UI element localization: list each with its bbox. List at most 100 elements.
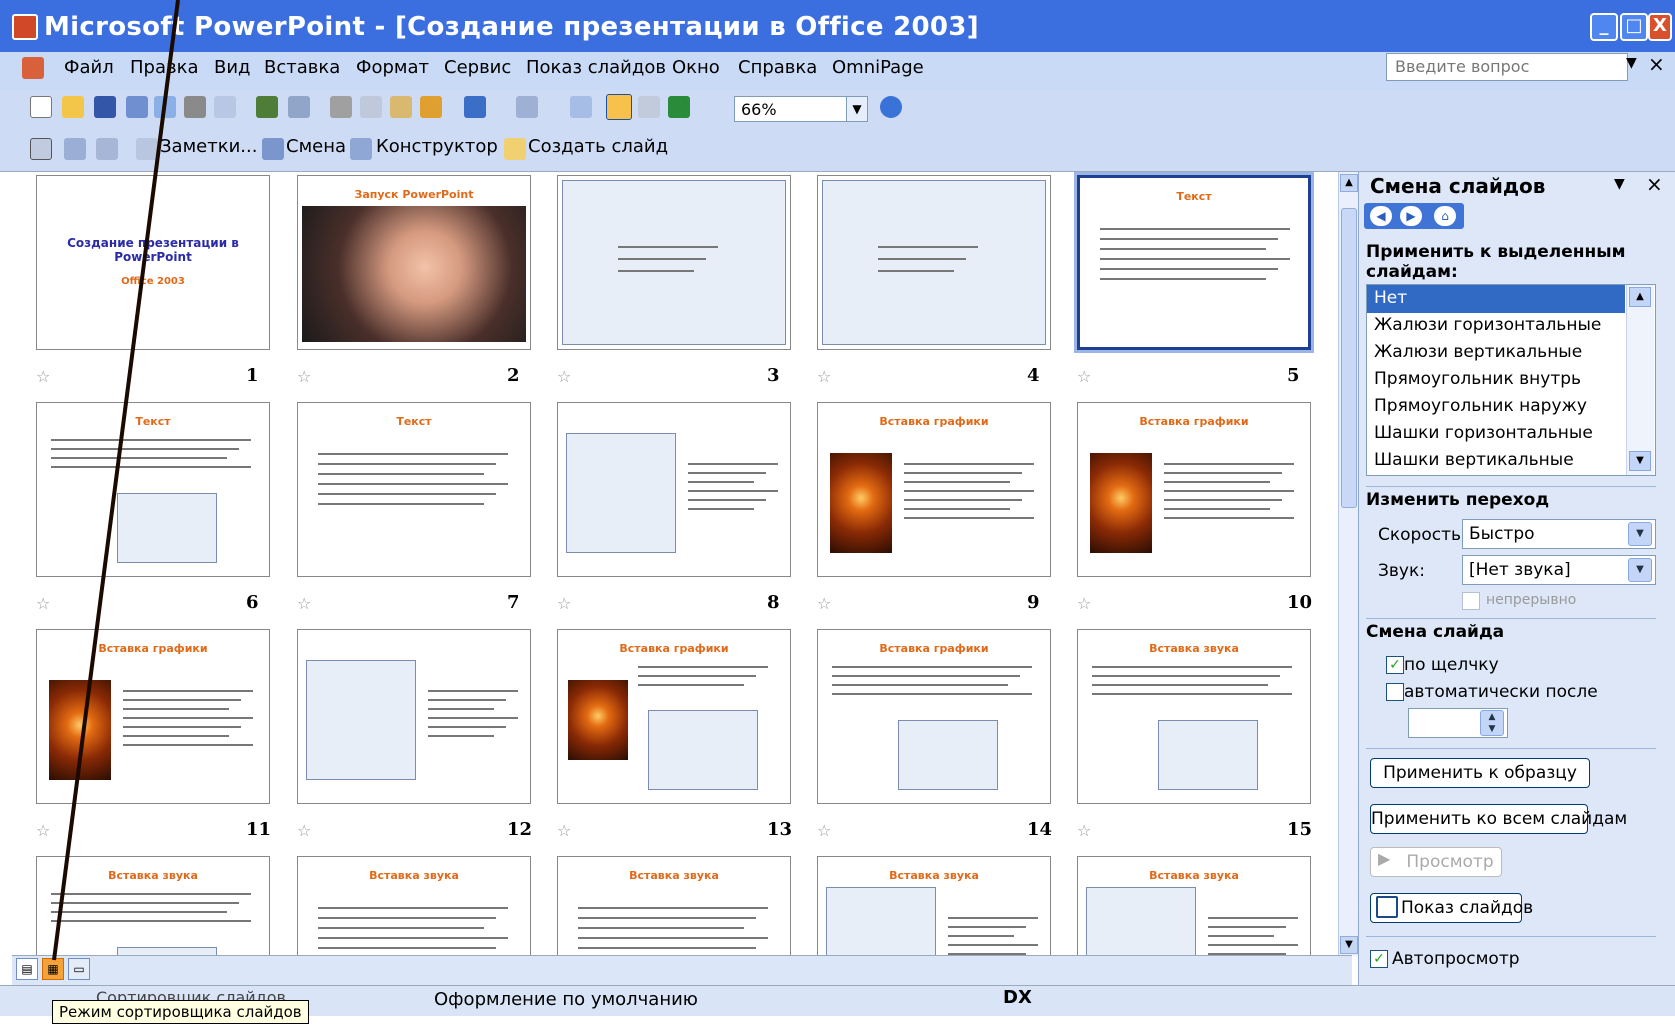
task-pane-menu-chevron-icon[interactable]: ▼ [1614, 176, 1625, 192]
task-pane-close-icon[interactable]: × [1646, 172, 1663, 196]
hide-slide-icon[interactable] [30, 138, 52, 160]
list-scroll-up-icon[interactable]: ▲ [1629, 287, 1651, 307]
transition-star-icon[interactable]: ☆ [1077, 821, 1091, 840]
transition-option[interactable]: Шашки вертикальные [1374, 450, 1574, 470]
scroll-thumb[interactable] [1341, 208, 1357, 508]
paste-icon[interactable] [390, 96, 412, 118]
transition-button[interactable]: Смена [286, 136, 346, 157]
sound-select[interactable]: [Нет звука] [1462, 555, 1656, 585]
design-button[interactable]: Конструктор [376, 136, 498, 157]
transition-star-icon[interactable]: ☆ [36, 821, 50, 840]
time-spinner-icon[interactable]: ▲ ▼ [1480, 710, 1504, 736]
normal-view-icon[interactable]: ▤ [16, 958, 38, 980]
research-icon[interactable] [288, 96, 310, 118]
transition-star-icon[interactable]: ☆ [1077, 594, 1091, 613]
chevron-down-icon[interactable]: ▼ [1626, 55, 1637, 71]
transition-option[interactable]: Прямоугольник наружу [1374, 396, 1587, 416]
speed-dropdown-chevron-icon[interactable]: ▼ [1628, 522, 1652, 546]
transition-icon[interactable] [262, 138, 284, 160]
new-slide-icon[interactable] [504, 138, 526, 160]
slide-thumbnail[interactable]: Текст [1074, 172, 1314, 353]
transition-star-icon[interactable]: ☆ [817, 367, 831, 386]
slide-thumbnail[interactable]: Вставка графики [817, 402, 1051, 577]
notes-icon[interactable] [136, 138, 158, 160]
scroll-down-arrow-icon[interactable]: ▼ [1340, 936, 1358, 954]
open-icon[interactable] [62, 96, 84, 118]
show-formatting-icon[interactable] [606, 94, 632, 120]
format-painter-icon[interactable] [420, 96, 442, 118]
menu-window[interactable]: Окно [672, 57, 720, 78]
menu-view[interactable]: Вид [214, 57, 251, 78]
slide-thumbnail[interactable] [557, 175, 791, 350]
transition-option[interactable]: Нет [1374, 288, 1407, 308]
notes-button[interactable]: Заметки... [160, 136, 257, 157]
slide-thumbnail[interactable]: Вставка графики [817, 629, 1051, 804]
slide-thumbnail[interactable]: Вставка звука [36, 856, 270, 956]
print-icon[interactable] [184, 96, 206, 118]
copy-icon[interactable] [360, 96, 382, 118]
document-icon[interactable] [22, 57, 44, 79]
list-scroll-down-icon[interactable]: ▼ [1629, 451, 1651, 471]
apply-to-all-button[interactable]: Применить ко всем слайдам [1370, 804, 1627, 834]
help-question-input[interactable]: Введите вопрос [1386, 53, 1628, 81]
color-grayscale-icon[interactable] [668, 96, 690, 118]
transition-star-icon[interactable]: ☆ [557, 821, 571, 840]
powerpoint-app-icon[interactable] [12, 14, 38, 40]
transition-star-icon[interactable]: ☆ [817, 594, 831, 613]
menu-edit[interactable]: Правка [130, 57, 199, 78]
slide-thumbnail[interactable]: Текст [36, 402, 270, 577]
back-arrow-icon[interactable]: ◀ [1370, 206, 1392, 226]
spelling-icon[interactable] [256, 96, 278, 118]
slide-thumbnail[interactable]: Вставка звука [1077, 856, 1311, 956]
slide-thumbnail[interactable]: Запуск PowerPoint [297, 175, 531, 350]
sound-dropdown-chevron-icon[interactable]: ▼ [1628, 558, 1652, 582]
help-icon[interactable] [880, 96, 902, 118]
menu-help[interactable]: Справка [738, 57, 817, 78]
slide-thumbnail[interactable] [297, 629, 531, 804]
menu-insert[interactable]: Вставка [264, 57, 340, 78]
transition-star-icon[interactable]: ☆ [297, 821, 311, 840]
menu-slideshow[interactable]: Показ слайдов [526, 57, 666, 78]
vertical-scrollbar[interactable]: ▲ ▼ [1338, 172, 1358, 956]
menu-omnipage[interactable]: OmniPage [832, 57, 924, 78]
transition-star-icon[interactable]: ☆ [297, 594, 311, 613]
slide-thumbnail[interactable]: Вставка графики [557, 629, 791, 804]
transition-option[interactable]: Жалюзи горизонтальные [1374, 315, 1601, 335]
slide-thumbnail[interactable]: Вставка звука [297, 856, 531, 956]
menu-tools[interactable]: Сервис [444, 57, 511, 78]
cut-icon[interactable] [330, 96, 352, 118]
slide-thumbnail[interactable]: Вставка звука [817, 856, 1051, 956]
expand-all-icon[interactable] [570, 96, 592, 118]
slide-thumbnail[interactable]: Вставка графики [1077, 402, 1311, 577]
slide-thumbnail[interactable]: Вставка звука [1077, 629, 1311, 804]
summary-slide-icon[interactable] [96, 138, 118, 160]
slide-thumbnail[interactable]: Вставка звука [557, 856, 791, 956]
transition-option[interactable]: Жалюзи вертикальные [1374, 342, 1582, 362]
slide-thumbnail[interactable] [817, 175, 1051, 350]
grid-icon[interactable] [638, 96, 660, 118]
transition-option[interactable]: Прямоугольник внутрь [1374, 369, 1581, 389]
transition-star-icon[interactable]: ☆ [557, 594, 571, 613]
transition-option[interactable]: Шашки горизонтальные [1374, 423, 1593, 443]
transition-list-scrollbar[interactable]: ▲ ▼ [1626, 285, 1654, 475]
speed-select[interactable]: Быстро [1462, 519, 1656, 549]
redo-icon[interactable] [516, 96, 538, 118]
forward-arrow-icon[interactable]: ▶ [1400, 206, 1422, 226]
design-icon[interactable] [350, 138, 372, 160]
minimize-button[interactable]: _ [1590, 13, 1618, 41]
transition-star-icon[interactable]: ☆ [817, 821, 831, 840]
undo-icon[interactable] [464, 96, 486, 118]
transition-star-icon[interactable]: ☆ [36, 594, 50, 613]
save-icon[interactable] [94, 96, 116, 118]
scroll-up-arrow-icon[interactable]: ▲ [1340, 174, 1358, 192]
zoom-dropdown-chevron-icon[interactable]: ▼ [846, 96, 868, 122]
slide-thumbnail[interactable]: Текст [297, 402, 531, 577]
transition-star-icon[interactable]: ☆ [1077, 367, 1091, 386]
transition-star-icon[interactable]: ☆ [557, 367, 571, 386]
rehearse-timings-icon[interactable] [64, 138, 86, 160]
maximize-button[interactable]: □ [1620, 13, 1648, 41]
slide-thumbnail[interactable]: Вставка графики [36, 629, 270, 804]
new-icon[interactable] [30, 96, 52, 118]
home-icon[interactable]: ⌂ [1434, 206, 1456, 226]
loop-checkbox[interactable] [1462, 592, 1480, 610]
